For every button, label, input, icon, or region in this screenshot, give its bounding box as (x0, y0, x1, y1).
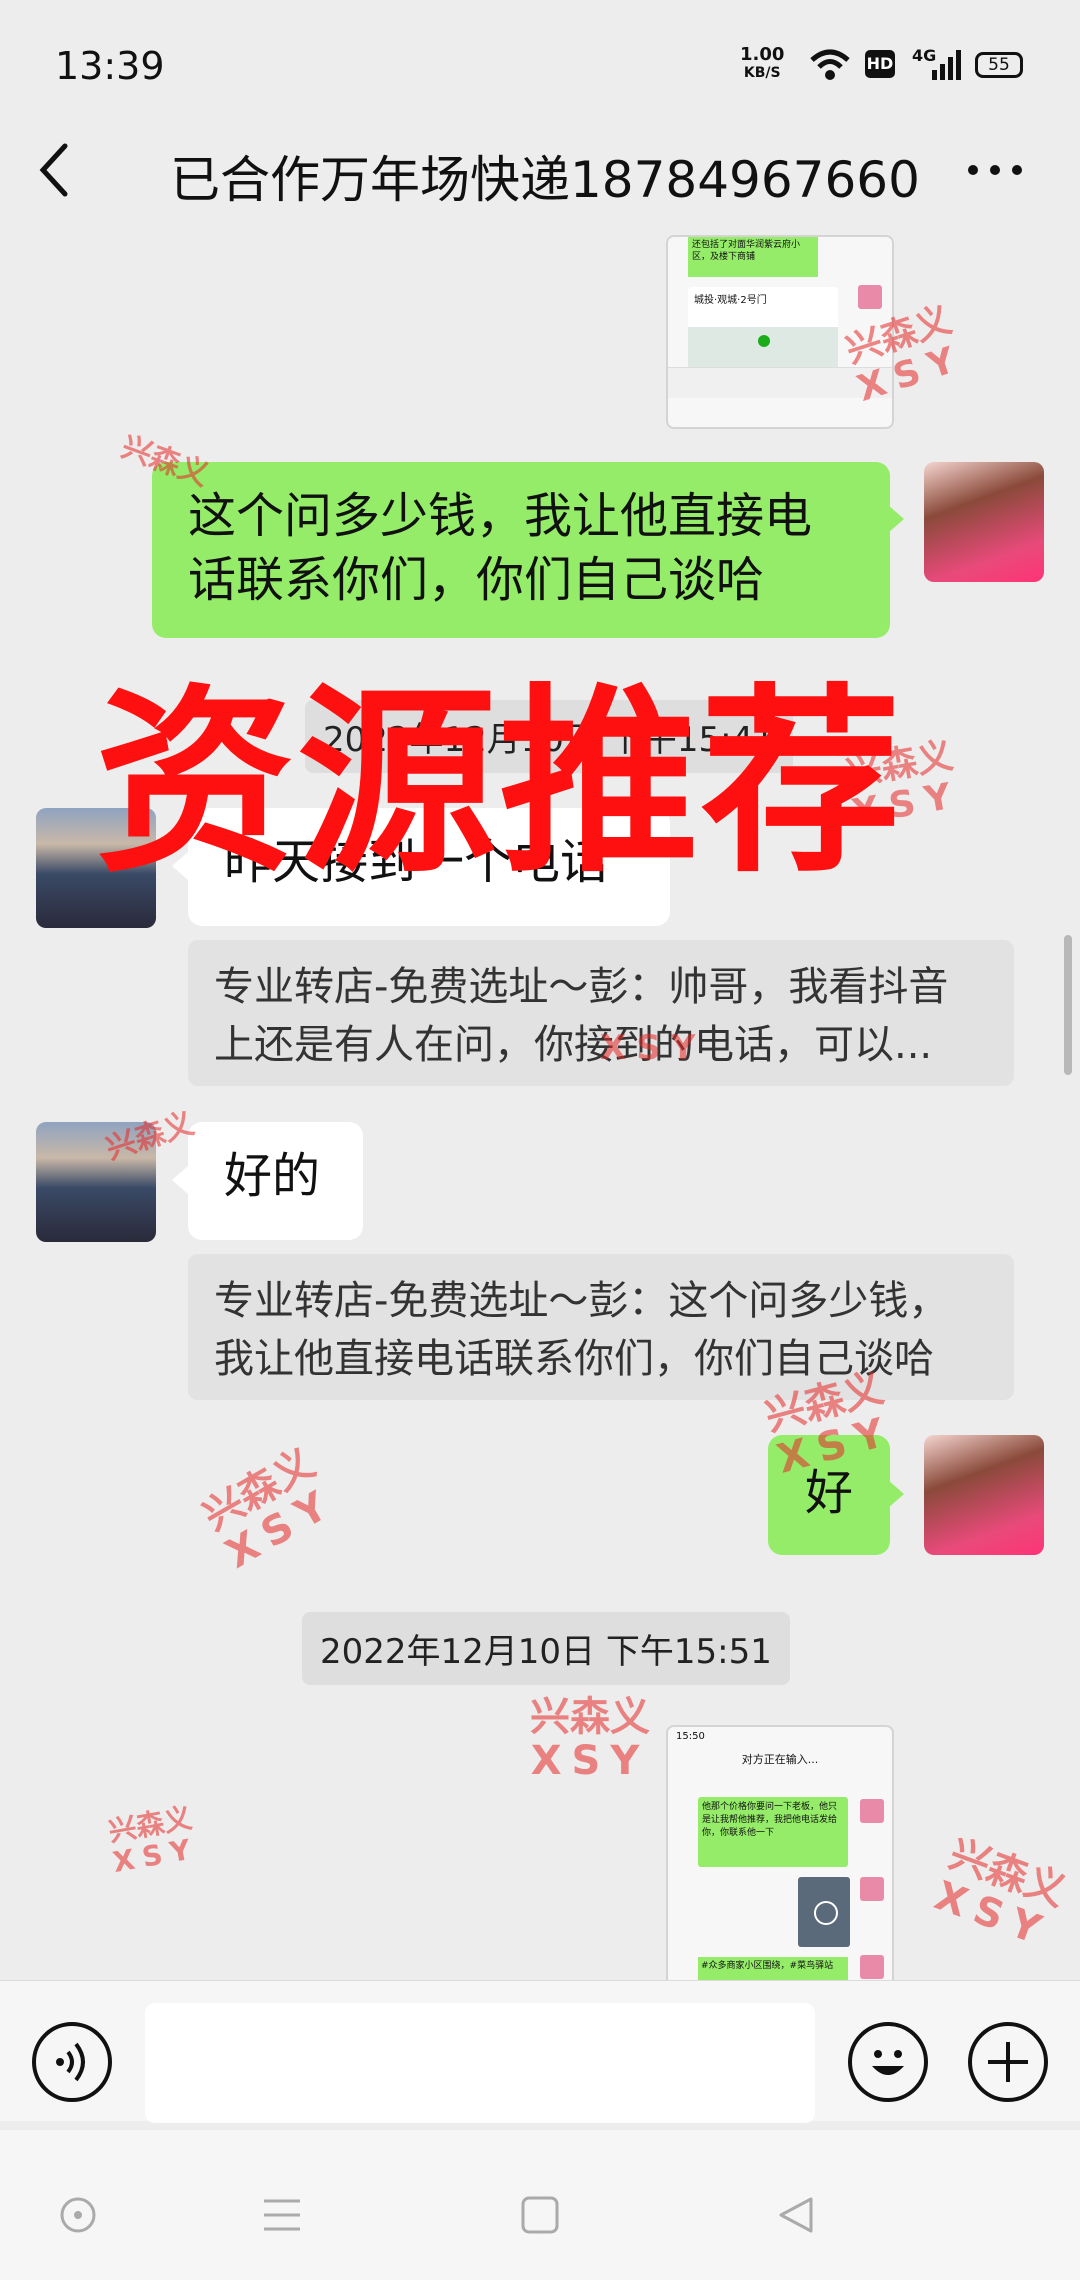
bubble-tail (888, 1480, 904, 1508)
thumb1-text: 还包括了对面华润紫云府小区，及楼下商铺 (688, 237, 818, 277)
hd-badge: HD (865, 50, 895, 78)
wifi-icon (810, 49, 850, 80)
voice-icon[interactable] (32, 2022, 112, 2102)
quoted-message-3[interactable]: 专业转店-免费选址～彭：这个问多少钱，我让他直接电话联系你们，你们自己谈哈 (188, 1254, 1014, 1400)
scrollbar-thumb[interactable] (1064, 935, 1072, 1075)
thumb2-time: 15:50 (676, 1731, 705, 1742)
net-speed-unit: KB/S (743, 65, 781, 81)
nav-recents-icon[interactable] (520, 2195, 560, 2235)
thumb2-message: 他那个价格你要问一下老板，他只是让我帮他推荐，我把他电话发给你，你联系他一下 (698, 1797, 848, 1867)
thumb2-avatar (860, 1955, 884, 1979)
timestamp-2: 2022年12月10日 下午15:51 (302, 1612, 790, 1685)
sent-message-1: 这个问多少钱，我让他直接电话联系你们，你们自己谈哈 (152, 462, 890, 638)
bubble-tail (888, 505, 904, 533)
thumb1-avatar (858, 285, 882, 309)
message-text: 好的 (224, 1148, 321, 1204)
emoji-icon[interactable] (848, 2022, 928, 2102)
chevron-left-icon[interactable] (35, 140, 75, 200)
bubble-tail (172, 1166, 188, 1194)
image-message-2[interactable]: 15:50 对方正在输入... 他那个价格你要问一下老板，他只是让我帮他推荐，我… (666, 1725, 894, 1989)
watermark: XSY (600, 1028, 706, 1068)
thumb2-avatar (860, 1799, 884, 1823)
thumb1-map (688, 327, 838, 367)
plus-icon[interactable] (968, 2022, 1048, 2102)
thumb2-video (798, 1877, 850, 1947)
message-input[interactable] (145, 2003, 815, 2123)
chat-title: 已合作万年场快递18784967660 (170, 151, 920, 209)
nav-home-dot-icon[interactable] (58, 2195, 98, 2235)
status-bar: 13:39 1.00 KB/S HD 4G 55 (0, 0, 1080, 130)
avatar-self[interactable] (924, 1435, 1044, 1555)
thumb1-card-title: 城投·观城·2号门 (694, 295, 767, 306)
message-text: 这个问多少钱，我让他直接电话联系你们，你们自己谈哈 (188, 488, 813, 608)
watermark: 兴森义 XSY (928, 1831, 1072, 1957)
overlay-title: 资源推荐 (95, 667, 904, 900)
received-message-3: 好的 (188, 1122, 363, 1240)
watermark: 兴森义 XSY (530, 1694, 650, 1784)
nav-menu-icon[interactable] (262, 2195, 302, 2235)
thumb2-avatar (860, 1877, 884, 1901)
avatar-self[interactable] (924, 462, 1044, 582)
battery-level: 55 (988, 55, 1010, 75)
signal-icon (932, 50, 961, 80)
thumb1-location-card: 城投·观城·2号门 (688, 287, 838, 367)
net-speed: 1.00 KB/S (740, 46, 784, 82)
watermark: 兴森义 XSY (105, 1801, 201, 1879)
battery-icon: 55 (975, 52, 1023, 78)
thumb2-title: 对方正在输入... (741, 1753, 819, 1766)
status-time: 13:39 (55, 44, 165, 88)
watermark: 兴森义 XSY (195, 1440, 344, 1578)
more-dots-icon[interactable] (965, 160, 1025, 180)
nav-back-icon[interactable] (775, 2195, 815, 2235)
net-speed-value: 1.00 (740, 44, 785, 65)
